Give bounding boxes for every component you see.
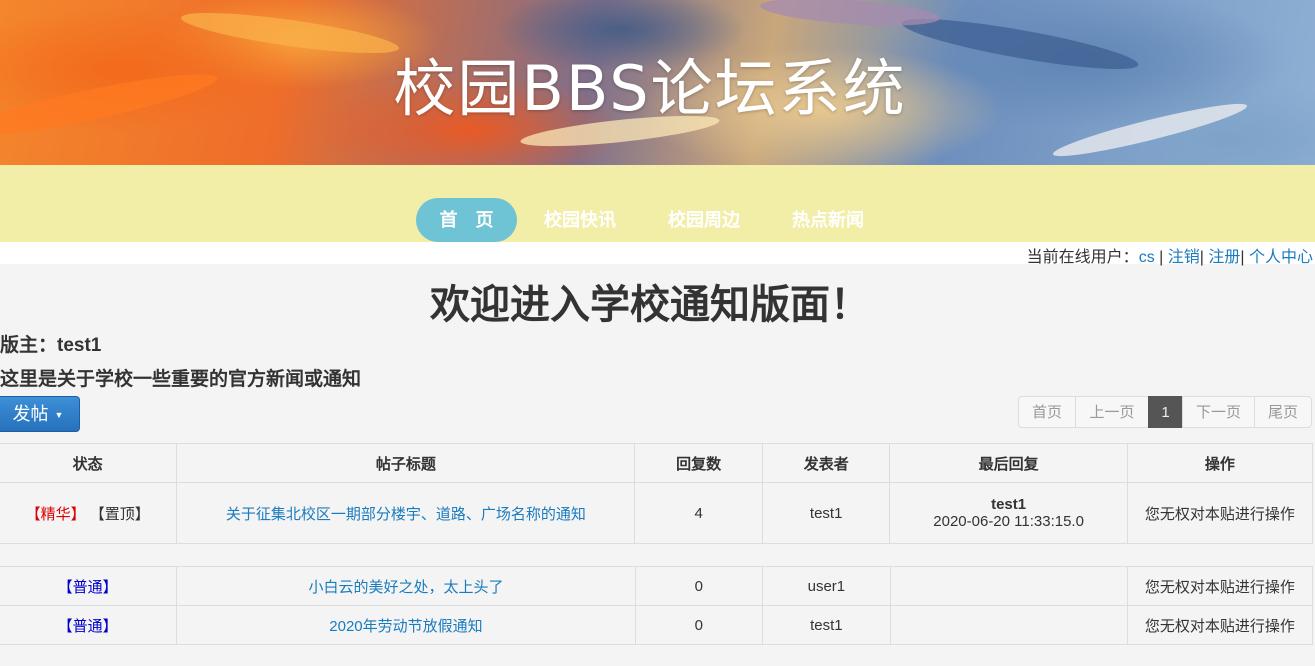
post-title-link[interactable]: 2020年劳动节放假通知 bbox=[329, 618, 482, 635]
normal-posts-table: 【普通】 小白云的美好之处，太上头了 0 user1 您无权对本贴进行操作 【普… bbox=[0, 566, 1314, 645]
post-replies: 4 bbox=[634, 482, 763, 544]
board-heading: 欢迎进入学校通知版面！ bbox=[430, 283, 870, 327]
table-row: 【普通】 2020年劳动节放假通知 0 test1 您无权对本贴进行操作 bbox=[0, 605, 1314, 645]
post-operation: 您无权对本贴进行操作 bbox=[1126, 566, 1314, 606]
elite-badge: 【精华】 bbox=[25, 505, 86, 523]
header-last-reply: 最后回复 bbox=[889, 443, 1128, 483]
normal-badge: 【普通】 bbox=[57, 617, 118, 635]
post-operation: 您无权对本贴进行操作 bbox=[1126, 605, 1314, 645]
main-navbar: 首 页 校园快讯 校园周边 热点新闻 bbox=[0, 165, 1315, 242]
last-reply-user: test1 bbox=[991, 496, 1027, 513]
nav-item-hot-news[interactable]: 热点新闻 bbox=[778, 198, 878, 242]
pager-last[interactable]: 尾页 bbox=[1254, 396, 1312, 428]
header-status: 状态 bbox=[0, 443, 178, 483]
pager-next[interactable]: 下一页 bbox=[1182, 396, 1255, 428]
separator: | bbox=[1240, 249, 1249, 266]
nav-item-campus-surroundings[interactable]: 校园周边 bbox=[654, 198, 754, 242]
last-reply-time: 2020-06-20 11:33:15.0 bbox=[933, 513, 1084, 530]
table-row: 【精华】 【置顶】 关于征集北校区一期部分楼宇、道路、广场名称的通知 4 tes… bbox=[0, 482, 1314, 544]
post-author: test1 bbox=[761, 482, 891, 544]
header-operation: 操作 bbox=[1126, 443, 1314, 483]
post-last-reply: test1 2020-06-20 11:33:15.0 bbox=[889, 482, 1128, 544]
post-last-reply bbox=[889, 566, 1128, 606]
logout-link[interactable]: 注销 bbox=[1168, 249, 1200, 266]
normal-badge: 【普通】 bbox=[57, 578, 118, 596]
header-banner: 校园BBS论坛系统 bbox=[0, 0, 1315, 165]
nav-item-campus-news[interactable]: 校园快讯 bbox=[530, 198, 630, 242]
online-user-label: 当前在线用户： bbox=[1026, 249, 1139, 266]
header-author: 发表者 bbox=[761, 443, 891, 483]
site-title: 校园BBS论坛系统 bbox=[393, 52, 907, 125]
pager-first[interactable]: 首页 bbox=[1018, 396, 1076, 428]
caret-down-icon: ▼ bbox=[54, 410, 64, 421]
header-replies: 回复数 bbox=[634, 443, 763, 483]
post-last-reply bbox=[889, 605, 1128, 645]
post-author: user1 bbox=[762, 566, 891, 606]
board-moderator: 版主：test1 bbox=[0, 335, 102, 356]
new-post-button[interactable]: 发帖 ▼ bbox=[0, 396, 80, 432]
pagination: 首页 上一页 1 下一页 尾页 bbox=[1018, 396, 1312, 428]
new-post-label: 发帖 bbox=[12, 404, 49, 424]
post-title-link[interactable]: 小白云的美好之处，太上头了 bbox=[308, 579, 503, 596]
table-row: 【普通】 小白云的美好之处，太上头了 0 user1 您无权对本贴进行操作 bbox=[0, 566, 1314, 606]
user-status-bar: 当前在线用户：cs | 注销| 注册| 个人中心 bbox=[0, 242, 1315, 267]
pager-prev[interactable]: 上一页 bbox=[1075, 396, 1149, 428]
post-status-cell: 【普通】 bbox=[0, 605, 178, 645]
post-title-cell: 关于征集北校区一期部分楼宇、道路、广场名称的通知 bbox=[176, 482, 636, 544]
nav-item-home[interactable]: 首 页 bbox=[416, 198, 517, 242]
top-posts-table: 状态 帖子标题 回复数 发表者 最后回复 操作 【精华】 【置顶】 关于征集北校… bbox=[0, 443, 1314, 544]
post-status-cell: 【普通】 bbox=[0, 566, 178, 606]
separator: | bbox=[1154, 249, 1168, 266]
post-title-link[interactable]: 关于征集北校区一期部分楼宇、道路、广场名称的通知 bbox=[226, 506, 586, 523]
post-replies: 0 bbox=[634, 566, 764, 606]
pinned-badge: 【置顶】 bbox=[89, 505, 150, 523]
register-link[interactable]: 注册 bbox=[1208, 249, 1240, 266]
post-status-cell: 【精华】 【置顶】 bbox=[0, 482, 178, 544]
post-title-cell: 小白云的美好之处，太上头了 bbox=[176, 566, 636, 606]
board-description: 这里是关于学校一些重要的官方新闻或通知 bbox=[0, 369, 362, 390]
current-username-link[interactable]: cs bbox=[1139, 249, 1155, 266]
post-author: test1 bbox=[762, 605, 891, 645]
post-replies: 0 bbox=[634, 605, 764, 645]
header-title: 帖子标题 bbox=[176, 443, 636, 483]
post-operation: 您无权对本贴进行操作 bbox=[1126, 482, 1314, 544]
profile-link[interactable]: 个人中心 bbox=[1249, 249, 1313, 266]
table-header-row: 状态 帖子标题 回复数 发表者 最后回复 操作 bbox=[0, 443, 1314, 483]
post-title-cell: 2020年劳动节放假通知 bbox=[176, 605, 636, 645]
pager-current-page[interactable]: 1 bbox=[1148, 396, 1183, 428]
online-user-info: 当前在线用户：cs | 注销| 注册| 个人中心 bbox=[1027, 243, 1313, 267]
